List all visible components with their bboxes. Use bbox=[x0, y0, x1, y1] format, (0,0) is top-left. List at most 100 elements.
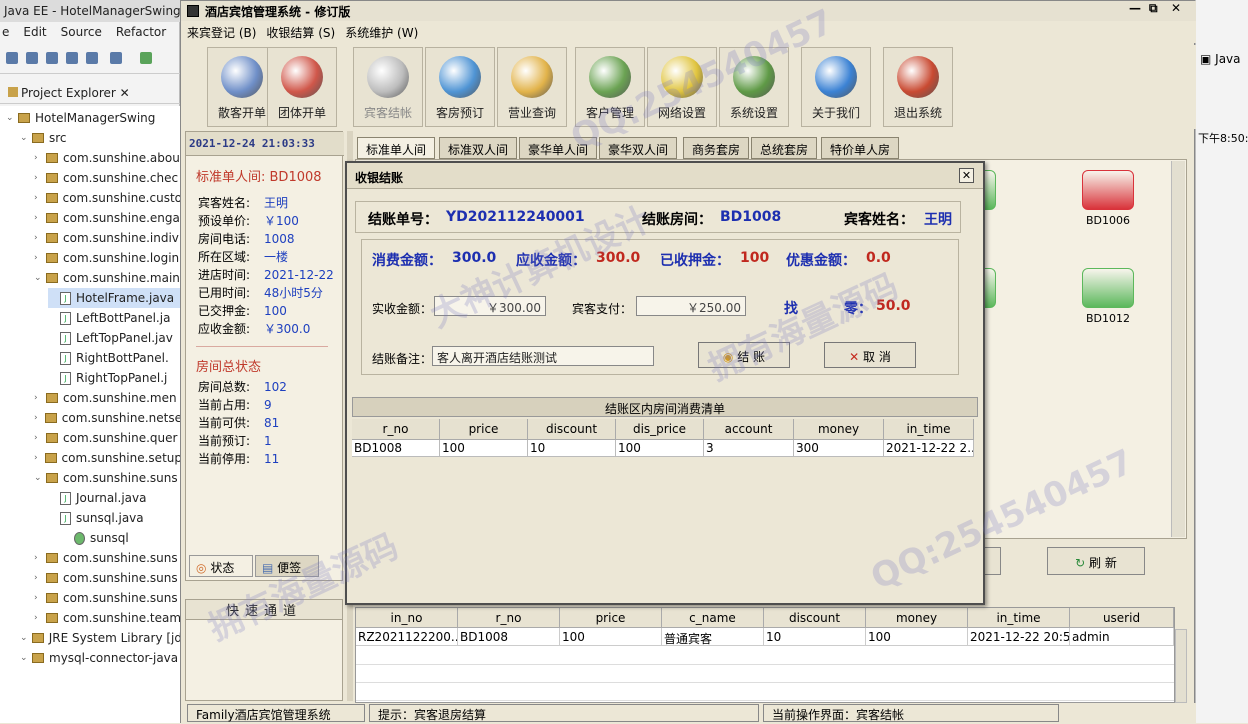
tab-notes[interactable]: ▤ 便签 bbox=[255, 555, 319, 577]
tree-file[interactable]: J LeftBottPanel.ja bbox=[48, 308, 180, 328]
save-all-icon[interactable] bbox=[46, 52, 58, 64]
tree-node[interactable]: ⌄ mysql-connector-java bbox=[20, 648, 180, 668]
table-cell[interactable]: 100 bbox=[866, 628, 968, 646]
consumption-cell[interactable]: 2021-12-22 2... bbox=[884, 440, 974, 457]
tree-node[interactable]: ⌄ src bbox=[20, 128, 180, 148]
table-cell[interactable]: 普通宾客 bbox=[662, 628, 764, 646]
eclipse-menu-edit[interactable]: Edit bbox=[23, 25, 46, 39]
run-icon[interactable] bbox=[140, 52, 152, 64]
close-icon[interactable]: ✕ bbox=[120, 86, 130, 100]
tree-node[interactable]: › com.sunshine.custo bbox=[34, 188, 180, 208]
consumption-cell[interactable]: 10 bbox=[528, 440, 616, 457]
table-scrollbar[interactable] bbox=[1175, 629, 1187, 703]
room-type-tab[interactable]: 总统套房 bbox=[751, 137, 818, 159]
table-header[interactable]: in_no bbox=[356, 608, 458, 628]
toolbar-button[interactable]: 关于我们 bbox=[801, 47, 871, 127]
consumption-header[interactable]: in_time bbox=[884, 419, 974, 440]
table-cell[interactable]: BD1008 bbox=[458, 628, 560, 646]
table-header[interactable]: in_time bbox=[968, 608, 1070, 628]
eclipse-menu-file[interactable]: e bbox=[2, 25, 9, 39]
table-header[interactable]: r_no bbox=[458, 608, 560, 628]
table-cell[interactable]: 2021-12-22 20:5... bbox=[968, 628, 1070, 646]
dialog-close-icon[interactable]: ✕ bbox=[959, 168, 974, 183]
tree-node[interactable]: › com.sunshine.team bbox=[34, 608, 180, 628]
expand-arrow-icon[interactable]: › bbox=[34, 433, 46, 443]
tree-node[interactable]: ⌄ HotelManagerSwing bbox=[6, 108, 180, 128]
room-tile[interactable]: BD1012 bbox=[1078, 268, 1138, 325]
table-header[interactable]: price bbox=[560, 608, 662, 628]
print-icon[interactable] bbox=[66, 52, 78, 64]
toolbar-button[interactable]: 客户管理 bbox=[575, 47, 645, 127]
terminal-icon[interactable] bbox=[86, 52, 98, 64]
tree-file[interactable]: J Journal.java bbox=[48, 488, 180, 508]
room-tile[interactable]: BD1006 bbox=[1078, 170, 1138, 227]
tree-node[interactable]: › com.sunshine.abou bbox=[34, 148, 180, 168]
table-header[interactable]: discount bbox=[764, 608, 866, 628]
tree-node[interactable]: ⌄ com.sunshine.main bbox=[34, 268, 180, 288]
tab-status[interactable]: ◎ 状态 bbox=[189, 555, 253, 577]
table-cell[interactable]: RZ2021122200... bbox=[356, 628, 458, 646]
checkout-button[interactable]: ◉ 结 账 bbox=[698, 342, 790, 368]
debug-icon[interactable] bbox=[110, 52, 122, 64]
toolbar-button[interactable]: 退出系统 bbox=[883, 47, 953, 127]
toolbar-button[interactable]: 系统设置 bbox=[719, 47, 789, 127]
tree-node[interactable]: › com.sunshine.suns bbox=[34, 568, 180, 588]
expand-arrow-icon[interactable]: › bbox=[34, 393, 46, 403]
refresh-button[interactable]: ↻ 刷 新 bbox=[1047, 547, 1145, 575]
consumption-cell[interactable]: 100 bbox=[440, 440, 528, 457]
tree-node[interactable]: › com.sunshine.login bbox=[34, 248, 180, 268]
tree-node[interactable]: ⌄ JRE System Library [jd bbox=[20, 628, 180, 648]
consumption-header[interactable]: price bbox=[440, 419, 528, 440]
tree-node[interactable]: › com.sunshine.suns bbox=[34, 548, 180, 568]
expand-arrow-icon[interactable]: › bbox=[34, 573, 46, 583]
expand-arrow-icon[interactable]: › bbox=[34, 613, 46, 623]
toolbar-button[interactable]: 客房预订 bbox=[425, 47, 495, 127]
tree-node[interactable]: › com.sunshine.suns bbox=[34, 588, 180, 608]
tree-node[interactable]: › com.sunshine.netse bbox=[34, 408, 180, 428]
consumption-header[interactable]: discount bbox=[528, 419, 616, 440]
tree-node[interactable]: sunsql bbox=[62, 528, 180, 548]
room-grid-scrollbar[interactable] bbox=[1171, 161, 1185, 537]
tree-node[interactable]: › com.sunshine.quer bbox=[34, 428, 180, 448]
consumption-cell[interactable]: 3 bbox=[704, 440, 794, 457]
expand-arrow-icon[interactable]: ⌄ bbox=[20, 633, 32, 643]
expand-arrow-icon[interactable]: › bbox=[34, 153, 46, 163]
expand-arrow-icon[interactable]: › bbox=[34, 593, 46, 603]
table-header[interactable]: c_name bbox=[662, 608, 764, 628]
table-cell[interactable]: 100 bbox=[560, 628, 662, 646]
room-type-tab[interactable]: 标准双人间 bbox=[439, 137, 518, 159]
expand-arrow-icon[interactable]: › bbox=[34, 173, 46, 183]
note-field[interactable]: 客人离开酒店结账测试 bbox=[432, 346, 654, 366]
consumption-cell[interactable]: BD1008 bbox=[352, 440, 440, 457]
eclipse-menu-source[interactable]: Source bbox=[61, 25, 102, 39]
menu-cashier[interactable]: 收银结算 (S) bbox=[266, 24, 335, 40]
menu-system[interactable]: 系统维护 (W) bbox=[345, 24, 418, 40]
project-explorer-header[interactable]: Project Explorer ✕ bbox=[0, 82, 180, 104]
tree-file[interactable]: Jsunsql.java bbox=[48, 508, 180, 528]
consumption-header[interactable]: account bbox=[704, 419, 794, 440]
room-type-tab[interactable]: 豪华单人间 bbox=[519, 137, 598, 159]
expand-arrow-icon[interactable]: ⌄ bbox=[34, 473, 46, 483]
tree-node[interactable]: ⌄ com.sunshine.suns bbox=[34, 468, 180, 488]
eclipse-menu-refactor[interactable]: Refactor bbox=[116, 25, 166, 39]
consumption-header[interactable]: dis_price bbox=[616, 419, 704, 440]
table-header[interactable]: money bbox=[866, 608, 968, 628]
new-icon[interactable] bbox=[6, 52, 18, 64]
expand-arrow-icon[interactable]: › bbox=[34, 233, 46, 243]
expand-arrow-icon[interactable]: › bbox=[34, 553, 46, 563]
toolbar-button[interactable]: 营业查询 bbox=[497, 47, 567, 127]
maximize-icon[interactable]: ⧉ bbox=[1149, 1, 1158, 16]
toolbar-button[interactable]: 团体开单 bbox=[267, 47, 337, 127]
expand-arrow-icon[interactable]: › bbox=[34, 253, 46, 263]
expand-arrow-icon[interactable]: › bbox=[34, 193, 46, 203]
expand-arrow-icon[interactable]: › bbox=[34, 213, 46, 223]
consumption-cell[interactable]: 100 bbox=[616, 440, 704, 457]
tree-node[interactable]: › com.sunshine.setup bbox=[34, 448, 180, 468]
java-perspective-button[interactable]: ▣ Java bbox=[1200, 52, 1241, 66]
minimize-icon[interactable]: — bbox=[1129, 1, 1141, 15]
consumption-header[interactable]: money bbox=[794, 419, 884, 440]
save-icon[interactable] bbox=[26, 52, 38, 64]
room-type-tab[interactable]: 标准单人间 bbox=[357, 137, 436, 159]
tree-file[interactable]: J RightTopPanel.j bbox=[48, 368, 180, 388]
expand-arrow-icon[interactable]: › bbox=[34, 453, 45, 463]
